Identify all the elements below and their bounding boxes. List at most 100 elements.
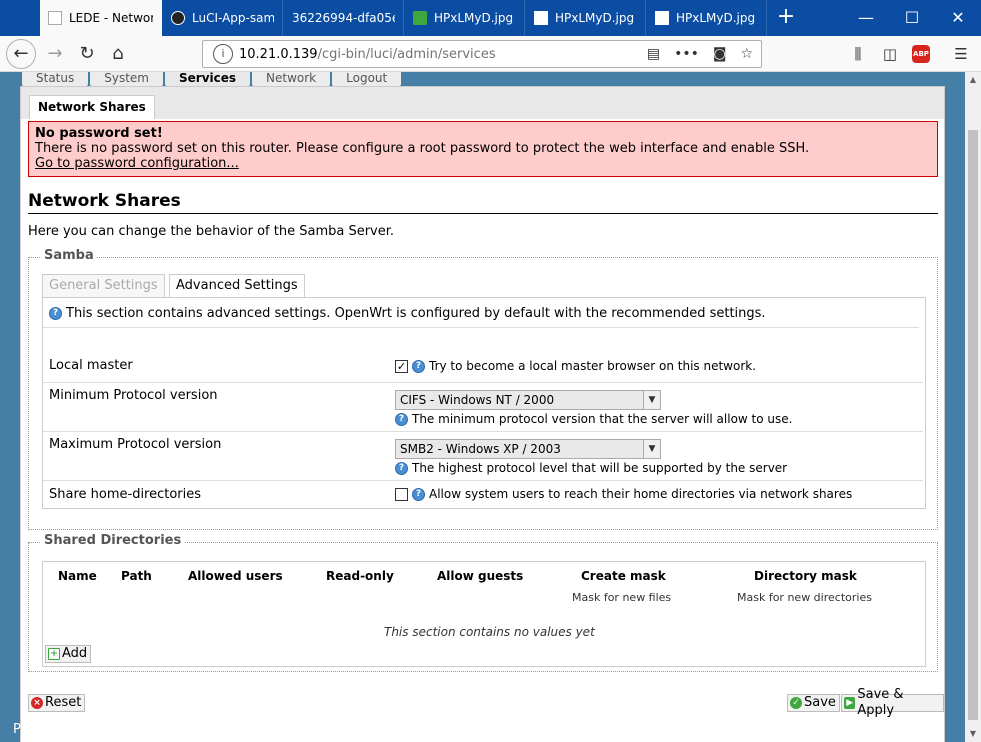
browser-nav-bar: ← → ↻ ⌂ i 10.21.0.139/cgi-bin/luci/admin…	[0, 36, 981, 72]
browser-tab[interactable]: 36226994-dfa05e38	[284, 0, 404, 36]
footer-text: Powered by LuCI lede-17.01 branch (git-1…	[13, 722, 430, 737]
max-protocol-select[interactable]: SMB2 - Windows XP / 2003 ▼	[395, 439, 661, 459]
help-icon: ?	[395, 412, 408, 426]
directory-mask-subtitle: Mask for new directories	[737, 591, 872, 604]
column-header-directory-mask: Directory mask	[754, 569, 857, 583]
scrollbar-thumb[interactable]	[968, 130, 978, 720]
home-dirs-row: Share home-directories ? Allow system us…	[43, 480, 923, 509]
min-protocol-label: Minimum Protocol version	[49, 388, 218, 403]
tab-advanced-settings[interactable]: Advanced Settings	[169, 274, 305, 298]
help-icon: ?	[412, 359, 425, 373]
column-header-allow-guests: Allow guests	[437, 569, 524, 583]
scroll-up-icon[interactable]: ▲	[965, 72, 981, 88]
chevron-down-icon: ▼	[643, 391, 660, 409]
bookmark-star-icon[interactable]: ☆	[740, 46, 753, 62]
create-mask-subtitle: Mask for new files	[572, 591, 672, 604]
more-actions-icon[interactable]: •••	[674, 46, 699, 62]
advanced-settings-panel: ? This section contains advanced setting…	[42, 297, 926, 509]
home-dirs-checkbox[interactable]	[395, 487, 408, 501]
main-container: Network Shares No password set! There is…	[20, 86, 945, 742]
maximize-button[interactable]: ☐	[889, 0, 935, 36]
sidebar-icon[interactable]: ◫	[875, 39, 905, 69]
column-header-create-mask: Create mask	[581, 569, 666, 583]
add-icon: +	[48, 648, 60, 660]
shared-directories-table: Name Path Allowed users Read-only Allow …	[42, 561, 926, 667]
password-alert: No password set! There is no password se…	[28, 121, 938, 177]
adblock-icon[interactable]: ABP	[912, 45, 930, 63]
subtab-strip: Network Shares	[21, 87, 944, 119]
samba-fieldset: Samba General Settings Advanced Settings…	[28, 248, 938, 530]
pocket-icon[interactable]: ◙	[713, 46, 727, 62]
page-icon	[655, 11, 669, 25]
scroll-down-icon[interactable]: ▼	[965, 726, 981, 742]
min-protocol-row: Minimum Protocol version CIFS - Windows …	[43, 382, 923, 431]
help-icon: ?	[49, 307, 62, 320]
empty-table-message: This section contains no values yet	[384, 625, 595, 639]
help-icon: ?	[412, 487, 425, 501]
divider	[43, 327, 919, 328]
local-master-label: Local master	[49, 358, 133, 373]
reset-button[interactable]: × Reset	[28, 694, 86, 712]
reader-view-icon[interactable]: ▤	[647, 46, 660, 62]
image-icon	[413, 11, 427, 25]
column-header-path: Path	[121, 569, 152, 583]
apply-icon: ▶	[844, 697, 856, 709]
tab-general-settings[interactable]: General Settings	[42, 274, 165, 298]
shared-directories-fieldset: Shared Directories Name Path Allowed use…	[28, 533, 938, 672]
browser-tab-active[interactable]: LEDE - Network	[40, 0, 162, 36]
library-icon[interactable]: ⫼	[843, 39, 873, 69]
password-config-link[interactable]: Go to password configuration...	[35, 156, 239, 171]
menu-item-logout[interactable]: Logout	[332, 72, 402, 86]
home-dirs-field: ? Allow system users to reach their home…	[395, 487, 852, 501]
min-protocol-select[interactable]: CIFS - Windows NT / 2000 ▼	[395, 390, 661, 410]
help-icon: ?	[395, 461, 408, 475]
column-header-name: Name	[58, 569, 97, 583]
save-check-icon: ✓	[790, 697, 802, 709]
browser-tab[interactable]: LuCI-App-sam	[163, 0, 283, 36]
info-icon[interactable]: i	[213, 44, 233, 64]
local-master-row: Local master ✓ ? Try to become a local m…	[43, 338, 923, 382]
home-icon[interactable]: ⌂	[103, 39, 133, 69]
new-tab-button[interactable]: +	[770, 0, 802, 36]
browser-tab-bar: LEDE - Network LuCI-App-sam 36226994-dfa…	[0, 0, 981, 36]
browser-tab[interactable]: HPxLMyD.jpg	[647, 0, 767, 36]
alert-title: No password set!	[35, 126, 163, 141]
back-arrow-icon[interactable]: ←	[6, 39, 36, 69]
menu-item-network[interactable]: Network	[252, 72, 331, 86]
page-viewport: Status System Services Network Logout Ne…	[0, 72, 965, 742]
reset-icon: ×	[31, 697, 43, 709]
max-protocol-hint: ? The highest protocol level that will b…	[395, 461, 787, 475]
page-title: Network Shares	[28, 191, 938, 214]
url-bar[interactable]: i 10.21.0.139/cgi-bin/luci/admin/service…	[202, 40, 762, 68]
browser-tab[interactable]: HPxLMyD.jpg	[526, 0, 646, 36]
url-host: 10.21.0.139	[239, 46, 318, 62]
page-icon	[534, 11, 548, 25]
column-header-read-only: Read-only	[326, 569, 394, 583]
alert-message: There is no password set on this router.…	[35, 141, 810, 156]
menu-item-status[interactable]: Status	[22, 72, 89, 86]
tab-network-shares[interactable]: Network Shares	[29, 95, 155, 119]
url-path: /cgi-bin/luci/admin/services	[317, 46, 496, 62]
local-master-checkbox[interactable]: ✓	[395, 359, 408, 373]
add-button[interactable]: + Add	[45, 645, 92, 663]
save-button[interactable]: ✓ Save	[787, 694, 840, 712]
page-description: Here you can change the behavior of the …	[28, 224, 395, 239]
column-header-allowed-users: Allowed users	[188, 569, 283, 583]
menu-icon[interactable]: ☰	[946, 39, 976, 69]
min-protocol-hint: ? The minimum protocol version that the …	[395, 412, 792, 426]
max-protocol-label: Maximum Protocol version	[49, 437, 222, 452]
browser-tab[interactable]: HPxLMyD.jpg	[405, 0, 525, 36]
save-apply-button[interactable]: ▶ Save & Apply	[841, 687, 944, 718]
github-icon	[171, 11, 185, 25]
chevron-down-icon: ▼	[643, 440, 660, 458]
home-dirs-label: Share home-directories	[49, 487, 202, 502]
close-window-button[interactable]: ✕	[935, 0, 981, 36]
menu-item-services[interactable]: Services	[165, 72, 251, 86]
top-menu: Status System Services Network Logout	[22, 72, 403, 86]
menu-item-system[interactable]: System	[90, 72, 163, 86]
page-scrollbar[interactable]: ▲ ▼	[965, 72, 981, 742]
samba-legend: Samba	[41, 248, 97, 263]
reload-icon[interactable]: ↻	[72, 39, 102, 69]
minimize-button[interactable]: —	[843, 0, 889, 36]
forward-arrow-icon[interactable]: →	[40, 39, 70, 69]
